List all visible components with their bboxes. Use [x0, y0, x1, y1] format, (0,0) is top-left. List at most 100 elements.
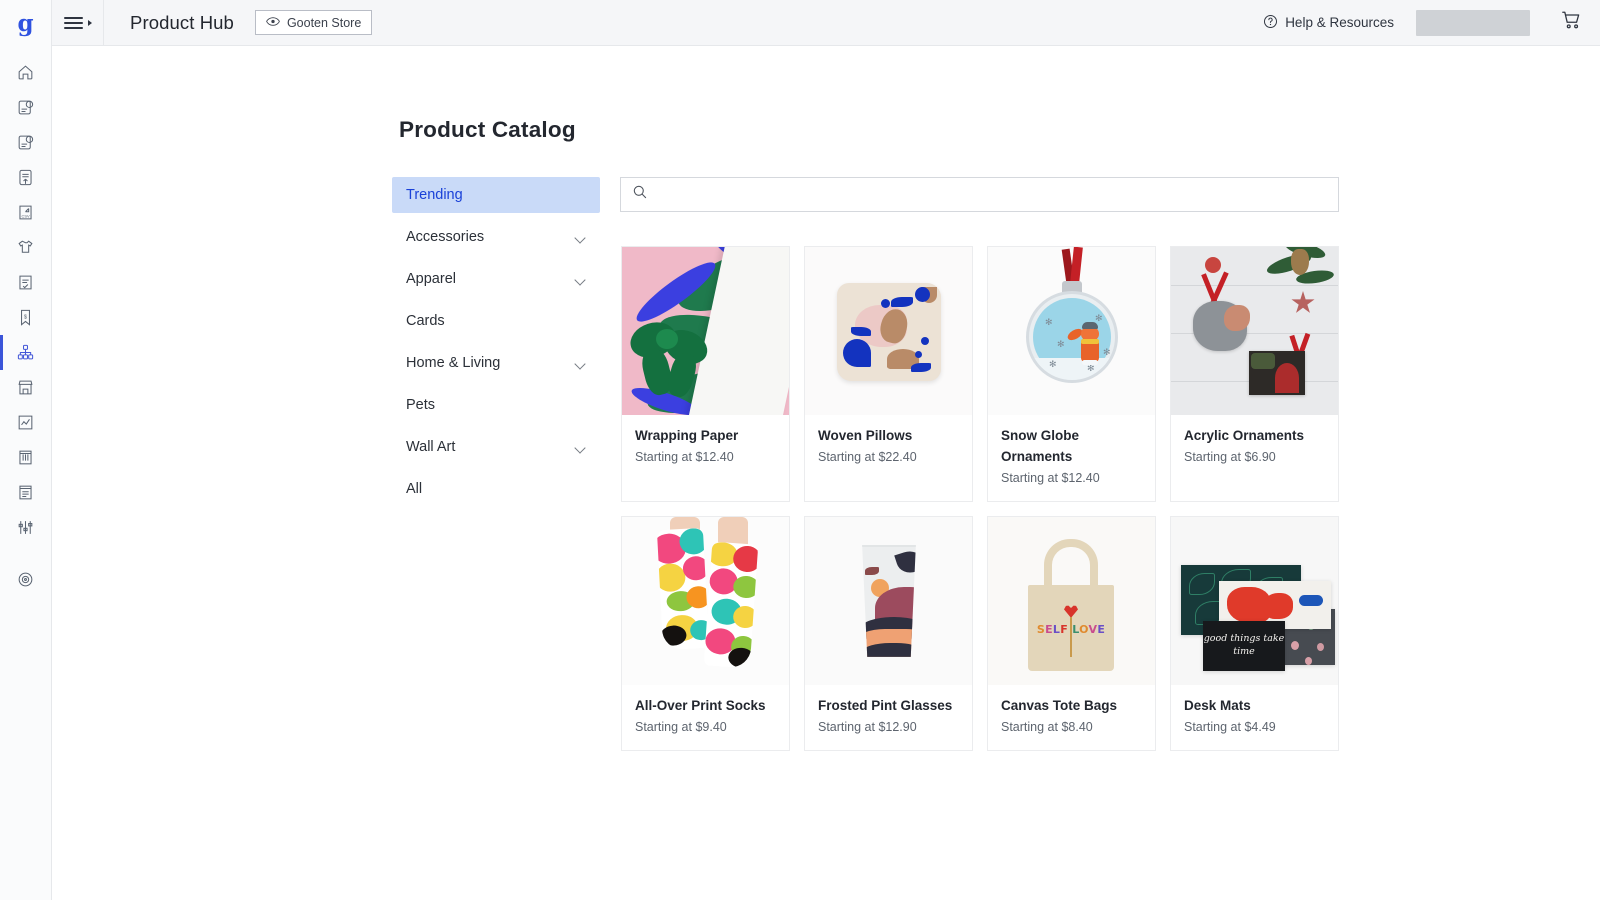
chevron-down-icon — [575, 444, 586, 451]
chevron-down-icon — [575, 276, 586, 283]
account-loading-placeholder — [1416, 9, 1530, 36]
sidebar-item-product-hub[interactable] — [0, 335, 52, 370]
product-price: Starting at $6.90 — [1184, 449, 1276, 464]
product-thumbnail-canvas-tote-bags: SELF LOVE — [988, 516, 1155, 685]
product-info: Acrylic Ornaments Starting at $6.90 — [1171, 415, 1338, 480]
product-name: Wrapping Paper — [635, 428, 739, 443]
product-info: Woven Pillows Starting at $22.40 — [805, 415, 972, 480]
category-item-wall-art[interactable]: Wall Art — [392, 429, 600, 465]
sidebar-item-settings[interactable] — [0, 510, 52, 545]
category-item-cards[interactable]: Cards — [392, 303, 600, 339]
category-label: Cards — [406, 313, 445, 329]
product-price: Starting at $12.40 — [635, 449, 734, 464]
product-name: All-Over Print Socks — [635, 697, 766, 713]
category-item-trending[interactable]: Trending — [392, 177, 600, 213]
sidebar-item-storefront[interactable] — [0, 370, 52, 405]
page-title: Product Hub — [130, 11, 234, 33]
category-item-accessories[interactable]: Accessories — [392, 219, 600, 255]
product-name: Desk Mats — [1184, 697, 1251, 713]
sidebar-item-billing[interactable] — [0, 440, 52, 475]
product-thumbnail-desk-mats: good things take time — [1171, 516, 1338, 685]
product-grid: Wrapping Paper Starting at $12.40 Woven … — [621, 246, 1341, 751]
store-chip-label: Gooten Store — [286, 15, 362, 30]
product-card[interactable]: Wrapping Paper Starting at $12.40 — [621, 246, 790, 502]
sidebar-item-reports[interactable] — [0, 475, 52, 510]
product-price: Starting at $12.40 — [1001, 470, 1100, 485]
svg-text:$: $ — [24, 314, 27, 320]
product-info: Desk Mats Starting at $4.49 — [1171, 685, 1338, 750]
help-and-resources-link[interactable]: Help & Resources — [1263, 14, 1394, 32]
product-card[interactable]: Acrylic Ornaments Starting at $6.90 — [1170, 246, 1339, 502]
sidebar-item-apparel[interactable] — [0, 230, 52, 265]
product-info: Frosted Pint Glasses Starting at $12.90 — [805, 685, 972, 750]
cart-button[interactable] — [1558, 10, 1584, 36]
top-bar: Product Hub Gooten Store Help & Resource… — [52, 0, 1600, 46]
question-circle-icon — [1263, 14, 1278, 32]
sidebar-item-order-checklist[interactable] — [0, 265, 52, 300]
global-nav-rail: g CSV $ — [0, 0, 52, 900]
product-card[interactable]: Woven Pillows Starting at $22.40 — [804, 246, 973, 502]
tote-artwork-text: SELF LOVE — [1036, 622, 1106, 636]
category-label: Apparel — [406, 271, 456, 287]
product-info: Wrapping Paper Starting at $12.40 — [622, 415, 789, 480]
app-root: g CSV $ Product Hub Gooten Store Help & … — [0, 0, 1600, 900]
product-card[interactable]: ✻ ✻ ✻ ✻ ✻ ✻ Snow Globe Ornaments Startin… — [987, 246, 1156, 502]
search-input[interactable] — [657, 178, 1327, 211]
sidebar-item-new-order[interactable] — [0, 90, 52, 125]
chevron-down-icon — [575, 234, 586, 241]
catalog-heading: Product Catalog — [399, 117, 576, 142]
sidebar-item-order-lookup[interactable] — [0, 125, 52, 160]
rail-spacer — [0, 545, 52, 562]
product-card[interactable]: Frosted Pint Glasses Starting at $12.90 — [804, 515, 973, 751]
sidebar-item-home[interactable] — [0, 55, 52, 90]
chevron-down-icon — [575, 360, 586, 367]
rail-items: CSV $ — [0, 55, 52, 597]
desk-mat-artwork-text: good things take time — [1203, 632, 1285, 658]
product-price: Starting at $12.90 — [818, 719, 917, 734]
product-thumbnail-all-over-print-socks — [622, 516, 789, 685]
shopping-cart-icon — [1560, 9, 1583, 36]
product-thumbnail-woven-pillows — [805, 247, 972, 415]
product-info: All-Over Print Socks Starting at $9.40 — [622, 685, 789, 750]
sidebar-item-support[interactable] — [0, 562, 52, 597]
product-card[interactable]: SELF LOVE Canvas Tote Bags Starting at $… — [987, 515, 1156, 751]
category-label: Wall Art — [406, 439, 456, 455]
help-label: Help & Resources — [1285, 15, 1394, 30]
product-name: Snow Globe Ornaments — [1001, 428, 1080, 464]
product-name: Woven Pillows — [818, 428, 913, 443]
product-search-box[interactable] — [620, 177, 1339, 212]
product-name: Frosted Pint Glasses — [818, 697, 953, 713]
category-list: Trending Accessories Apparel Cards Home … — [392, 177, 600, 513]
category-item-pets[interactable]: Pets — [392, 387, 600, 423]
hamburger-icon — [63, 16, 92, 29]
category-item-apparel[interactable]: Apparel — [392, 261, 600, 297]
category-label: Home & Living — [406, 355, 501, 371]
product-price: Starting at $4.49 — [1184, 719, 1276, 734]
category-item-home-and-living[interactable]: Home & Living — [392, 345, 600, 381]
category-label: Pets — [406, 397, 436, 413]
product-thumbnail-snow-globe-ornaments: ✻ ✻ ✻ ✻ ✻ ✻ — [988, 247, 1155, 415]
product-card[interactable]: All-Over Print Socks Starting at $9.40 — [621, 515, 790, 751]
eye-icon — [266, 16, 280, 30]
product-thumbnail-frosted-pint-glasses — [805, 516, 972, 685]
product-price: Starting at $8.40 — [1001, 719, 1093, 734]
sidebar-item-analytics[interactable] — [0, 405, 52, 440]
main-column: Product Hub Gooten Store Help & Resource… — [52, 0, 1600, 900]
store-selector-chip[interactable]: Gooten Store — [254, 10, 373, 35]
product-card[interactable]: good things take time Desk Mats Starting… — [1170, 515, 1339, 751]
product-price: Starting at $22.40 — [818, 449, 917, 464]
category-label: Trending — [406, 187, 463, 203]
product-name: Canvas Tote Bags — [1001, 697, 1118, 713]
category-label: Accessories — [406, 229, 485, 245]
hamburger-menu-button[interactable] — [52, 0, 104, 46]
category-item-all[interactable]: All — [392, 471, 600, 507]
product-name: Acrylic Ornaments — [1184, 428, 1305, 443]
sidebar-item-price-tag[interactable]: $ — [0, 300, 52, 335]
search-icon — [632, 184, 648, 205]
sidebar-item-upload-order[interactable] — [0, 160, 52, 195]
catalog-content: Product Catalog Trending Accessories App… — [52, 46, 1600, 900]
product-info: Canvas Tote Bags Starting at $8.40 — [988, 685, 1155, 750]
brand-logo[interactable]: g — [0, 0, 52, 46]
product-thumbnail-acrylic-ornaments — [1171, 247, 1338, 415]
sidebar-item-csv-import[interactable]: CSV — [0, 195, 52, 230]
